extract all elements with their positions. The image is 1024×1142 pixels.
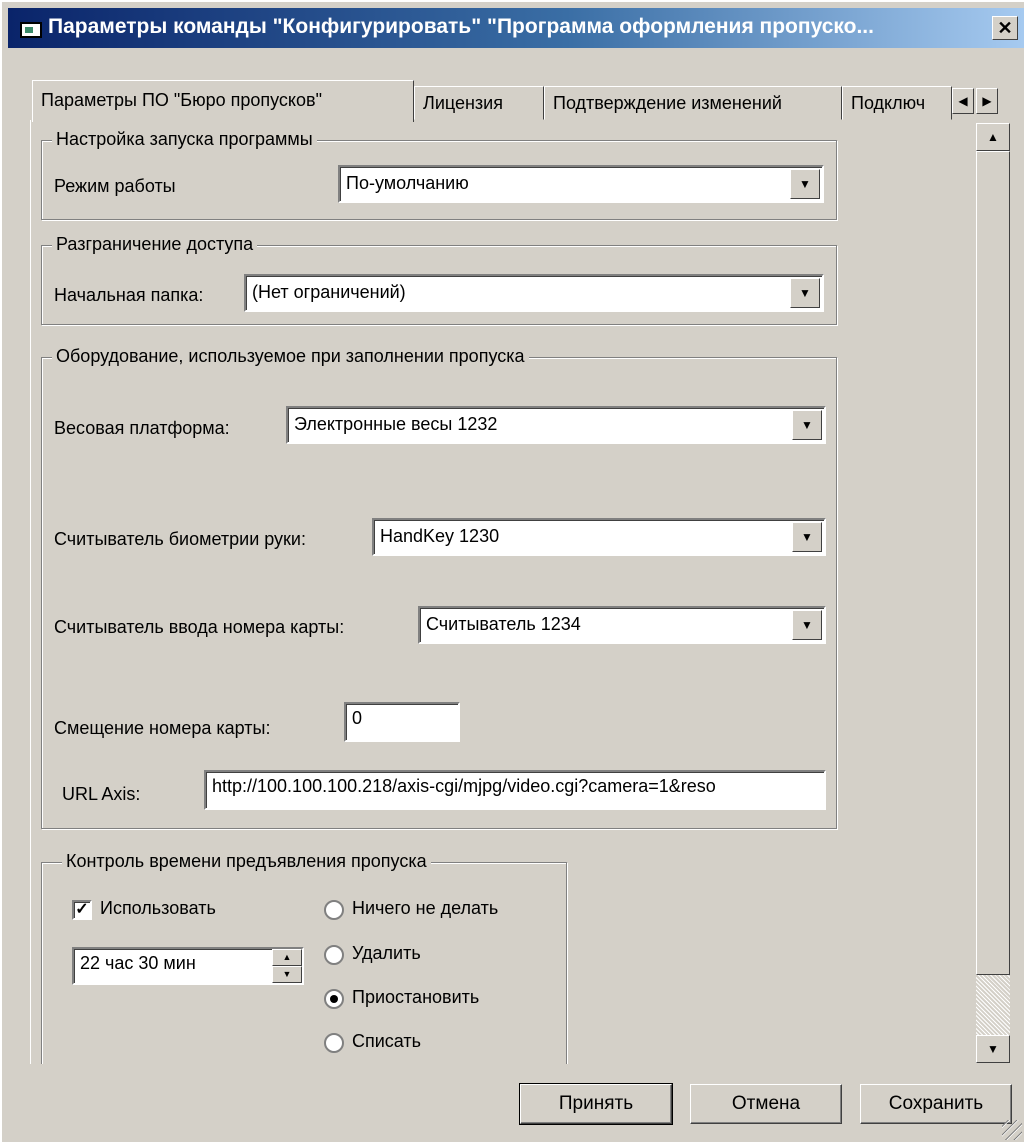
tab-scroll-left-button[interactable]: ◀ <box>952 88 974 114</box>
accept-button[interactable]: Принять <box>519 1083 673 1125</box>
scale-select[interactable]: Электронные весы 1232 ▼ <box>286 406 826 444</box>
access-group: Разграничение доступа Начальная папка: (… <box>41 234 837 325</box>
equipment-legend: Оборудование, используемое при заполнени… <box>52 346 529 367</box>
launch-settings-legend: Настройка запуска программы <box>52 129 317 150</box>
time-input[interactable]: 22 час 30 мин <box>72 947 304 985</box>
scroll-down-icon[interactable]: ▼ <box>976 1035 1010 1063</box>
arrow-left-icon: ◀ <box>958 94 968 108</box>
scale-label: Весовая платформа: <box>54 418 230 438</box>
url-axis-label: URL Axis: <box>62 784 141 804</box>
close-button[interactable]: ✕ <box>992 16 1018 40</box>
biometric-reader-value: HandKey 1230 <box>380 526 500 546</box>
launch-settings-group: Настройка запуска программы Режим работы… <box>41 129 837 220</box>
radio-suspend-label: Приостановить <box>352 987 480 1007</box>
radio-suspend[interactable] <box>324 989 344 1009</box>
arrow-right-icon: ▶ <box>982 94 992 108</box>
tab-confirm-changes[interactable]: Подтверждение изменений <box>544 86 842 120</box>
radio-delete-label: Удалить <box>352 943 421 963</box>
scale-value: Электронные весы 1232 <box>294 414 498 434</box>
chevron-down-icon[interactable]: ▼ <box>790 278 820 308</box>
spin-down-icon[interactable]: ▼ <box>272 966 302 983</box>
time-control-group: Контроль времени предъявления пропуска ✓… <box>41 851 567 1064</box>
dialog-window: Параметры команды "Конфигурировать" "Про… <box>0 0 1024 1142</box>
time-spinner[interactable]: ▲ ▼ <box>272 949 302 983</box>
spin-up-icon[interactable]: ▲ <box>272 949 302 966</box>
tab-connection[interactable]: Подключ <box>842 86 952 120</box>
scroll-thumb[interactable] <box>976 151 1010 975</box>
radio-do-nothing-label: Ничего не делать <box>352 898 499 918</box>
card-reader-value: Считыватель 1234 <box>426 614 581 634</box>
url-axis-input[interactable]: http://100.100.100.218/axis-cgi/mjpg/vid… <box>204 770 826 810</box>
card-offset-input[interactable]: 0 <box>344 702 460 742</box>
use-checkbox[interactable]: ✓ <box>72 900 92 920</box>
app-icon <box>20 22 42 38</box>
start-folder-select[interactable]: (Нет ограничений) ▼ <box>244 274 824 312</box>
biometric-reader-label: Считыватель биометрии руки: <box>54 529 306 549</box>
mode-label: Режим работы <box>54 176 176 196</box>
start-folder-value: (Нет ограничений) <box>252 282 406 302</box>
time-control-legend: Контроль времени предъявления пропуска <box>62 851 431 872</box>
card-reader-label: Считыватель ввода номера карты: <box>54 617 345 637</box>
mode-value: По-умолчанию <box>346 173 469 193</box>
tab-scroll-right-button[interactable]: ▶ <box>976 88 998 114</box>
equipment-group: Оборудование, используемое при заполнени… <box>41 346 837 829</box>
window-title: Параметры команды "Конфигурировать" "Про… <box>48 15 874 38</box>
tab-license[interactable]: Лицензия <box>414 86 544 120</box>
cancel-button[interactable]: Отмена <box>690 1084 842 1124</box>
chevron-down-icon[interactable]: ▼ <box>792 522 822 552</box>
vertical-scrollbar[interactable]: ▲ ▼ <box>976 123 1010 1063</box>
save-button[interactable]: Сохранить <box>860 1084 1012 1124</box>
resize-grip-icon[interactable] <box>1002 1120 1022 1140</box>
scroll-up-icon[interactable]: ▲ <box>976 123 1010 151</box>
biometric-reader-select[interactable]: HandKey 1230 ▼ <box>372 518 826 556</box>
radio-write-off-label: Списать <box>352 1031 422 1051</box>
title-bar[interactable]: Параметры команды "Конфигурировать" "Про… <box>8 8 1024 48</box>
tab-panel: Настройка запуска программы Режим работы… <box>30 120 1015 1064</box>
radio-do-nothing[interactable] <box>324 900 344 920</box>
mode-select[interactable]: По-умолчанию ▼ <box>338 165 824 203</box>
start-folder-label: Начальная папка: <box>54 285 204 305</box>
chevron-down-icon[interactable]: ▼ <box>790 169 820 199</box>
access-legend: Разграничение доступа <box>52 234 258 255</box>
radio-write-off[interactable] <box>324 1033 344 1053</box>
radio-delete[interactable] <box>324 945 344 965</box>
chevron-down-icon[interactable]: ▼ <box>792 610 822 640</box>
card-offset-label: Смещение номера карты: <box>54 718 271 738</box>
chevron-down-icon[interactable]: ▼ <box>792 410 822 440</box>
tab-bureau-settings[interactable]: Параметры ПО "Бюро пропусков" <box>32 80 414 122</box>
card-reader-select[interactable]: Считыватель 1234 ▼ <box>418 606 826 644</box>
tab-strip: Параметры ПО "Бюро пропусков" Лицензия П… <box>32 80 1016 122</box>
use-label: Использовать <box>100 898 216 918</box>
checkmark-icon: ✓ <box>75 901 89 918</box>
